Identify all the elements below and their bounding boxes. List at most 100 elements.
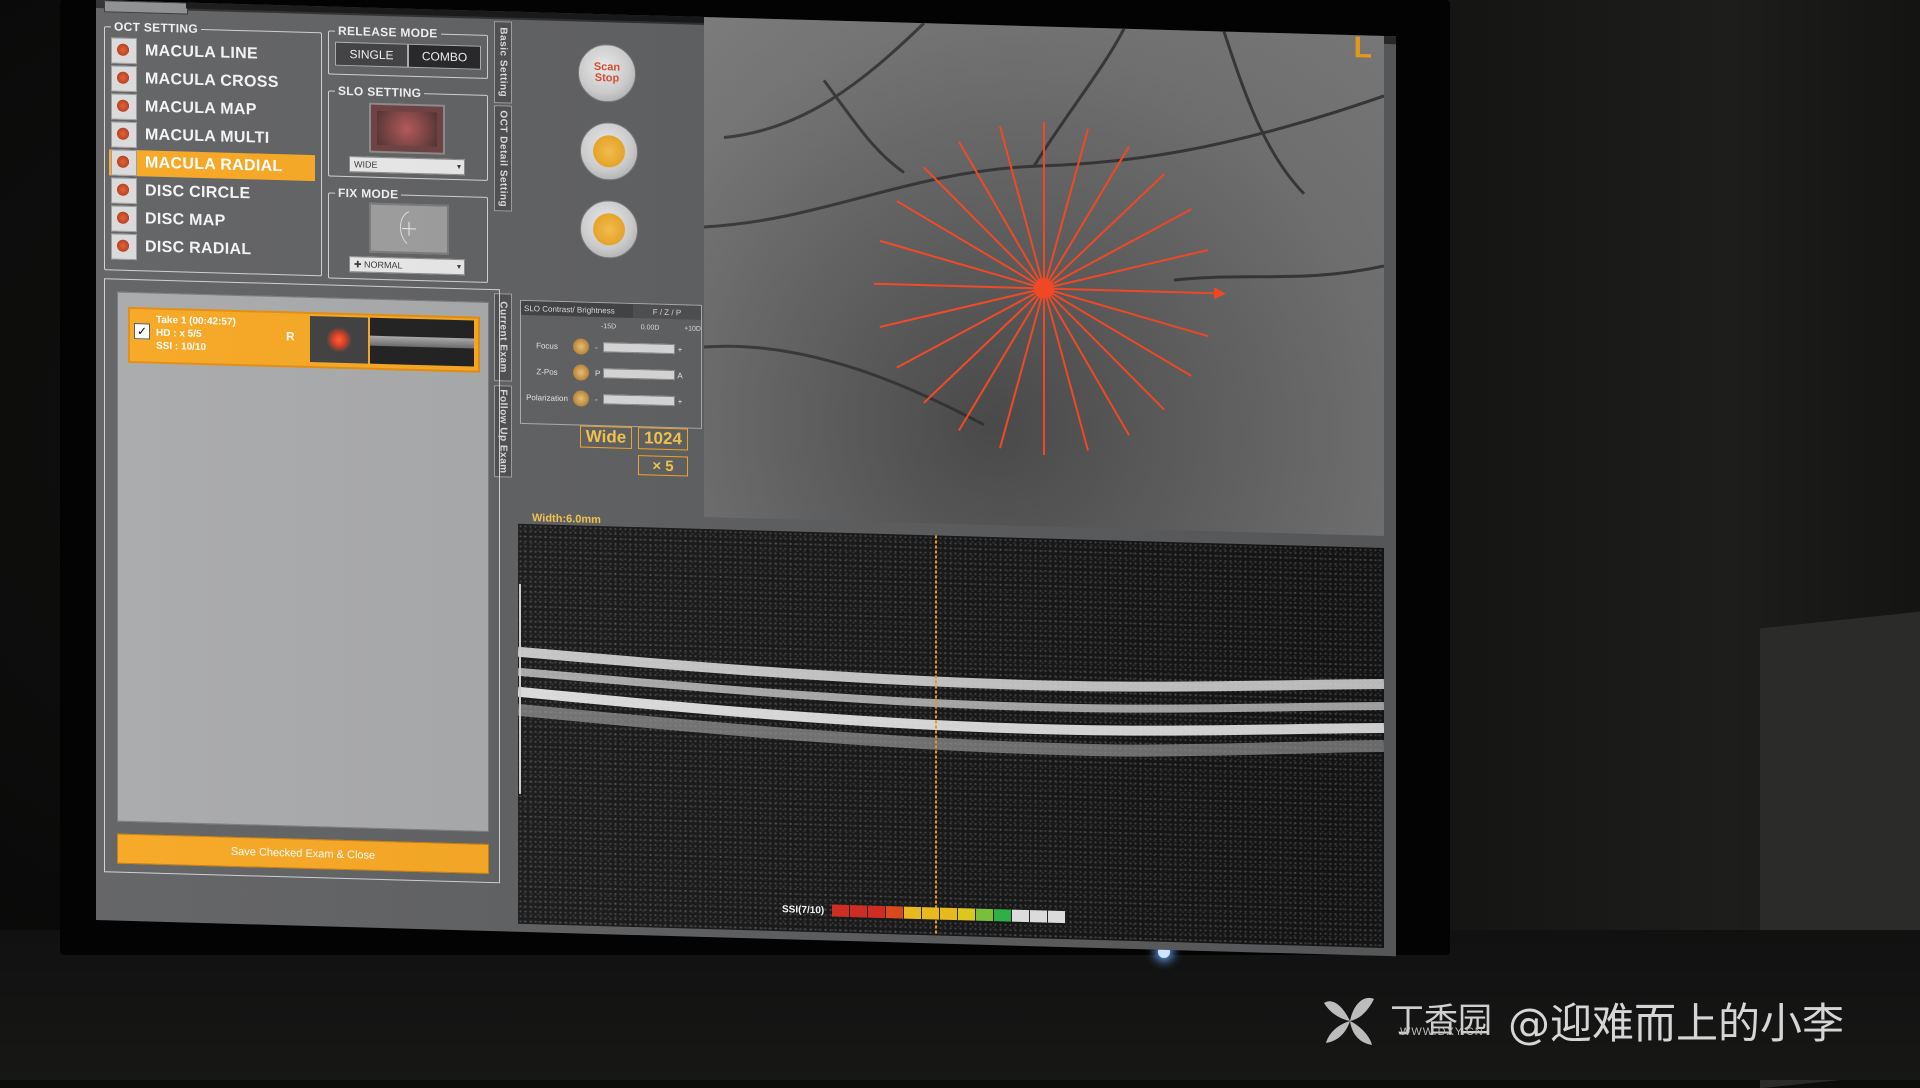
radial-scan-line [1044, 128, 1088, 290]
current-exam-panel: ✓ Take 1 (00:42:57) HD : x 5/5 SSI : 10/… [104, 278, 500, 883]
disc-icon [111, 177, 137, 204]
oct-setting-item-macula-multi[interactable]: MACULA MULTI [109, 121, 315, 153]
watermark-domain: WWW.DXY.CN [1400, 1026, 1484, 1038]
slo-row-label: Polarization [521, 392, 573, 402]
fundus-overlay [704, 17, 1384, 536]
slo-row-label: Z-Pos [521, 366, 573, 376]
scan-mode-label: Wide [580, 426, 632, 449]
dxy-logo-icon [1310, 991, 1390, 1051]
slo-preview-thumbnail[interactable] [369, 103, 445, 155]
release-mode-group: RELEASE MODE SINGLE COMBO [328, 30, 488, 78]
oct-setting-item-macula-map[interactable]: MACULA MAP [109, 93, 315, 125]
slo-row-polarization: Polarization - + [521, 387, 701, 412]
exam-row[interactable]: ✓ Take 1 (00:42:57) HD : x 5/5 SSI : 10/… [128, 307, 480, 373]
ssi-segment [976, 909, 994, 922]
exam-fundus-thumbnail[interactable] [310, 316, 368, 364]
ssi-segment [1030, 910, 1048, 923]
radial-scan-line [880, 284, 1044, 332]
release-mode-title: RELEASE MODE [335, 24, 441, 41]
slo-row-minus[interactable]: - [595, 342, 603, 351]
slo-select[interactable]: WIDE ▾ [349, 156, 465, 175]
slo-setting-title: SLO SETTING [335, 84, 424, 100]
slo-select-value: WIDE [354, 159, 378, 170]
radial-scan-icon [326, 326, 352, 353]
oct-setting-item-macula-cross[interactable]: MACULA CROSS [109, 65, 315, 97]
slo-row-minus[interactable]: P [595, 368, 603, 377]
capture-button[interactable] [580, 122, 638, 182]
capture-icon [593, 135, 625, 168]
tab-oct-detail-setting[interactable]: OCT Detail Setting [494, 105, 512, 212]
slo-row-knob-icon[interactable] [573, 338, 589, 354]
slo-row-slider[interactable] [603, 342, 675, 354]
scale-mid: 0.00D [641, 324, 660, 332]
ssi-segment [1048, 911, 1066, 924]
radial-scan-line [959, 286, 1044, 433]
fundus-slo-image[interactable]: L [704, 17, 1384, 536]
fixation-preview[interactable] [369, 203, 449, 255]
slo-contrast-header: SLO Contrast/ Brightness F / Z / P [521, 301, 701, 320]
chevron-down-icon: ▾ [457, 260, 461, 274]
slo-setting-group: SLO SETTING WIDE▾ [328, 90, 488, 180]
oct-setting-item-disc-circle[interactable]: DISC CIRCLE [109, 177, 315, 209]
release-combo-button[interactable]: COMBO [408, 44, 481, 70]
oct-setting-item-macula-radial[interactable]: MACULA RADIAL [109, 149, 315, 181]
oct-setting-item-label: MACULA LINE [145, 42, 258, 63]
ssi-segment [886, 906, 904, 919]
optimize-icon [593, 213, 625, 246]
ssi-segment [958, 908, 976, 921]
radial-scan-line [1044, 288, 1088, 450]
optimize-button[interactable] [580, 200, 638, 260]
slo-row-plus[interactable]: A [675, 371, 685, 380]
scan-direction-arrow-icon [1214, 287, 1226, 299]
slo-row-knob-icon[interactable] [573, 390, 589, 406]
slo-row-slider[interactable] [603, 394, 675, 406]
fix-mode-select[interactable]: ✚ NORMAL▾ [349, 256, 465, 275]
ssi-segment [850, 905, 868, 918]
tab-basic-setting[interactable]: Basic Setting [494, 21, 512, 104]
watermark-user: @迎难而上的小李 [1508, 990, 1844, 1051]
diopter-scale: -15D 0.00D +10D [601, 323, 701, 333]
radial-scan-line [874, 284, 1044, 289]
slo-row-knob-icon[interactable] [573, 364, 589, 380]
exam-list: ✓ Take 1 (00:42:57) HD : x 5/5 SSI : 10/… [117, 292, 489, 832]
ssi-segment [1012, 910, 1030, 923]
plus-icon: ✚ [354, 259, 364, 269]
radial-scan-line [1044, 288, 1214, 293]
oct-setting-item-disc-map[interactable]: DISC MAP [109, 205, 315, 237]
slo-row-z-pos: Z-Pos P A [521, 361, 701, 386]
oct-setting-list: MACULA LINEMACULA CROSSMACULA MAPMACULA … [109, 37, 315, 267]
slo-row-plus[interactable]: + [675, 345, 685, 354]
slo-row-plus[interactable]: + [675, 397, 685, 406]
chevron-down-icon: ▾ [457, 160, 461, 174]
top-tab[interactable] [104, 0, 188, 14]
save-checked-exam-button[interactable]: Save Checked Exam & Close [117, 834, 489, 874]
oct-bscan-image[interactable]: SSI(7/10) [518, 524, 1384, 948]
radial-scan-line [1044, 245, 1208, 293]
slo-row-label: Focus [521, 340, 573, 350]
scan-stop-label: ScanStop [594, 62, 620, 85]
exam-info: Take 1 (00:42:57) HD : x 5/5 SSI : 10/10 [156, 314, 236, 355]
exam-checkbox[interactable]: ✓ [134, 323, 150, 339]
slo-row-slider[interactable] [603, 368, 675, 380]
scan-stop-button[interactable]: ScanStop [578, 43, 636, 103]
exam-bscan-thumbnail[interactable] [370, 318, 474, 367]
macula-icon [111, 121, 137, 148]
fix-mode-title: FIX MODE [335, 186, 401, 202]
oct-setting-item-macula-line[interactable]: MACULA LINE [109, 37, 315, 69]
macula-icon [111, 37, 137, 64]
oct-setting-item-disc-radial[interactable]: DISC RADIAL [109, 233, 315, 265]
fzp-tab[interactable]: F / Z / P [633, 304, 701, 320]
ssi-segment [940, 908, 958, 921]
oct-setting-item-label: DISC CIRCLE [145, 182, 251, 203]
ssi-segment [904, 907, 922, 920]
oct-setting-item-label: MACULA MAP [145, 98, 257, 119]
slo-row-minus[interactable]: - [595, 394, 603, 403]
ssi-label: SSI(7/10) [782, 904, 824, 916]
macula-icon [111, 93, 137, 120]
release-single-button[interactable]: SINGLE [335, 42, 408, 68]
disc-icon [111, 205, 137, 232]
slo-contrast-tab[interactable]: SLO Contrast/ Brightness [521, 301, 633, 318]
macula-icon [111, 65, 137, 92]
eye-side-label: L [1354, 31, 1372, 66]
exam-ssi: SSI : 10/10 [156, 340, 236, 355]
